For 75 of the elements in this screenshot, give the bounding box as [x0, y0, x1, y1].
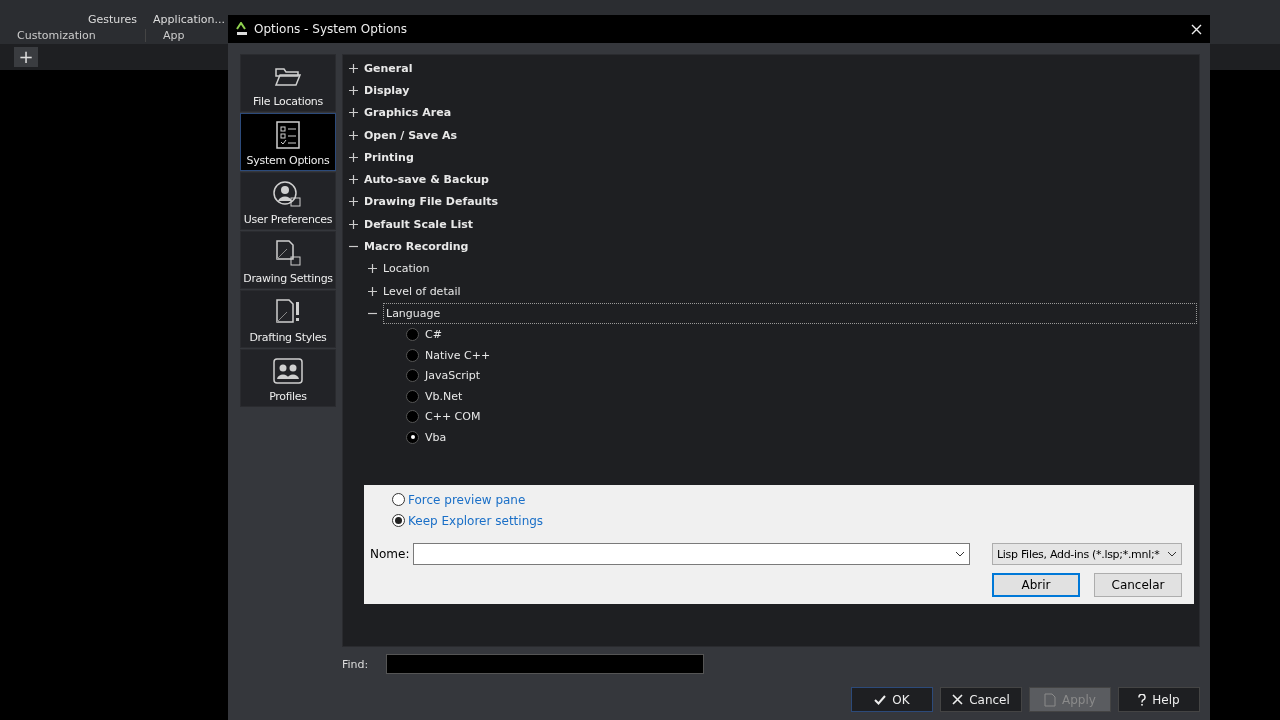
open-button[interactable]: Abrir: [992, 573, 1080, 597]
file-type-dropdown[interactable]: Lisp Files, Add-ins (*.lsp;*.mnl;*: [992, 543, 1182, 565]
tree-item[interactable]: Macro Recording: [364, 240, 469, 253]
radio-label: C++ COM: [425, 410, 481, 424]
radio-button[interactable]: [392, 493, 405, 506]
expand-icon[interactable]: [349, 85, 358, 95]
expand-icon[interactable]: [349, 219, 358, 229]
tree-item[interactable]: General: [364, 61, 413, 75]
close-icon[interactable]: [1191, 23, 1202, 35]
radio-button[interactable]: [406, 348, 419, 362]
user-icon: [272, 179, 304, 209]
file-type-text: Lisp Files, Add-ins (*.lsp;*.mnl;*: [997, 547, 1161, 561]
find-field[interactable]: [386, 654, 705, 674]
sidebar-label: System Options: [246, 154, 330, 167]
tree-item[interactable]: Level of detail: [383, 284, 461, 298]
tree-item[interactable]: Language: [383, 302, 1197, 324]
sidebar-label: User Preferences: [243, 213, 333, 226]
radio-button[interactable]: [406, 410, 419, 424]
ribbon-label[interactable]: Gestures: [88, 13, 138, 26]
sidebar-item[interactable]: Drafting Styles: [240, 290, 336, 348]
help-icon: [1138, 693, 1147, 706]
expand-icon[interactable]: [368, 286, 377, 296]
cancel-button[interactable]: Cancelar: [1094, 573, 1182, 597]
document-icon: [1044, 692, 1057, 707]
radio-button[interactable]: [392, 514, 405, 527]
close-icon: [952, 694, 964, 705]
radio-label: Vb.Net: [425, 389, 463, 403]
tree-item[interactable]: Drawing File Defaults: [364, 195, 498, 209]
radio-label: JavaScript: [425, 369, 481, 383]
name-field[interactable]: [413, 543, 970, 565]
radio-label: Vba: [425, 430, 447, 444]
radio-label: C#: [425, 328, 442, 342]
ok-button[interactable]: OK: [851, 687, 933, 712]
chevron-down-icon: [1167, 551, 1177, 557]
new-tab-button[interactable]: +: [14, 47, 38, 67]
sidebar-label: Drafting Styles: [249, 331, 327, 344]
radio-label: Native C++: [425, 348, 491, 362]
sidebar-label: Profiles: [269, 390, 307, 403]
expand-icon[interactable]: [349, 152, 358, 162]
name-label: Nome:: [370, 547, 410, 561]
ribbon-group-label: Customization: [0, 28, 146, 42]
expand-icon[interactable]: [349, 108, 358, 118]
radio-label: Keep Explorer settings: [408, 513, 544, 528]
sidebar-item[interactable]: Profiles: [240, 349, 336, 407]
find-label: Find:: [342, 657, 369, 671]
help-button[interactable]: Help: [1118, 687, 1200, 712]
chevron-down-icon: [955, 551, 965, 557]
people-icon: [272, 356, 304, 386]
expand-icon[interactable]: [349, 63, 358, 73]
sidebar-item[interactable]: File Locations: [240, 54, 336, 112]
cancel-button[interactable]: Cancel: [940, 687, 1022, 712]
sidebar-item[interactable]: User Preferences: [240, 172, 336, 230]
sidebar-label: File Locations: [253, 95, 323, 108]
check-icon: [874, 694, 887, 705]
sidebar-item[interactable]: Drawing Settings: [240, 231, 336, 289]
sidebar-label: Drawing Settings: [243, 272, 333, 285]
tree-item[interactable]: Display: [364, 83, 410, 97]
expand-icon[interactable]: [349, 130, 358, 140]
tree-item[interactable]: Default Scale List: [364, 217, 473, 231]
app-logo-icon: [236, 22, 248, 36]
expand-icon[interactable]: [368, 264, 377, 274]
tree-item[interactable]: Open / Save As: [364, 128, 458, 142]
expand-icon[interactable]: [349, 197, 358, 207]
radio-button[interactable]: [406, 328, 419, 342]
radio-button[interactable]: [406, 389, 419, 403]
expand-icon[interactable]: [349, 175, 358, 185]
radio-button[interactable]: [406, 369, 419, 383]
ribbon-label[interactable]: Application...: [153, 13, 226, 26]
radio-label: Force preview pane: [408, 492, 526, 507]
tree-item[interactable]: Auto-save & Backup: [364, 173, 489, 187]
sidebar-item[interactable]: System Options: [240, 113, 336, 171]
tree-item[interactable]: Graphics Area: [364, 106, 452, 120]
tree-item[interactable]: Location: [383, 262, 430, 276]
tree-item[interactable]: Printing: [364, 150, 414, 164]
radio-button[interactable]: [406, 430, 419, 444]
